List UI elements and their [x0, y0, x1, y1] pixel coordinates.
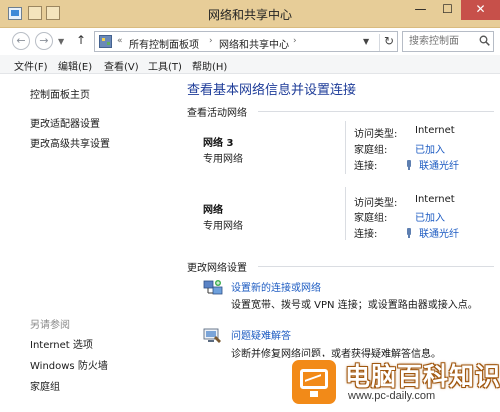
- section-divider: [258, 266, 494, 267]
- computer-logo-icon: [289, 357, 339, 407]
- close-button[interactable]: ✕: [461, 0, 500, 20]
- active-networks-heading: 查看活动网络: [187, 108, 247, 119]
- troubleshoot-icon[interactable]: [203, 327, 223, 345]
- connection-label: 连接:: [354, 161, 378, 172]
- access-type-value: Internet: [415, 194, 455, 205]
- connection-link[interactable]: 联通光纤: [405, 157, 459, 172]
- menu-help[interactable]: 帮助(H): [192, 58, 227, 73]
- back-button[interactable]: ←: [12, 32, 30, 50]
- minimize-button[interactable]: —: [407, 0, 434, 20]
- see-also-homegroup[interactable]: 家庭组: [30, 378, 60, 393]
- sidebar-item-control-panel-home[interactable]: 控制面板主页: [30, 86, 90, 101]
- homegroup-joined-link[interactable]: 已加入: [415, 209, 445, 224]
- network-type[interactable]: 专用网络: [203, 150, 243, 165]
- breadcrumb-separator[interactable]: ›: [209, 36, 213, 46]
- access-type-label: 访问类型:: [354, 129, 398, 140]
- menu-bar: 文件(F) 编辑(E) 查看(V) 工具(T) 帮助(H): [0, 55, 500, 74]
- see-also-heading: 另请参阅: [30, 320, 70, 331]
- connection-name[interactable]: 联通光纤: [419, 229, 459, 240]
- connection-label: 连接:: [354, 229, 378, 240]
- forward-button[interactable]: →: [35, 32, 53, 50]
- ethernet-icon: [405, 160, 413, 170]
- search-box[interactable]: [402, 31, 494, 52]
- homegroup-joined-link[interactable]: 已加入: [415, 141, 445, 156]
- up-arrow-icon[interactable]: ↑: [76, 33, 86, 47]
- connection-link[interactable]: 联通光纤: [405, 225, 459, 240]
- access-type-value: Internet: [415, 125, 455, 136]
- search-icon[interactable]: [479, 35, 490, 46]
- menu-view[interactable]: 查看(V): [104, 58, 139, 73]
- title-bar: 网络和共享中心 — ☐ ✕: [0, 0, 500, 28]
- breadcrumb-all-control-panel-items[interactable]: 所有控制面板项: [129, 36, 199, 51]
- see-also-windows-firewall[interactable]: Windows 防火墙: [30, 357, 108, 372]
- breadcrumb-network-sharing-center[interactable]: 网络和共享中心: [219, 36, 289, 51]
- setup-new-connection-link[interactable]: 设置新的连接或网络: [231, 279, 321, 294]
- sidebar-item-change-advanced-sharing[interactable]: 更改高级共享设置: [30, 135, 110, 150]
- ethernet-icon: [405, 228, 413, 238]
- access-type-label: 访问类型:: [354, 198, 398, 209]
- network-name: 网络 3: [203, 138, 234, 149]
- menu-edit[interactable]: 编辑(E): [58, 58, 92, 73]
- menu-tools[interactable]: 工具(T): [148, 58, 182, 73]
- sidebar-item-change-adapter-settings[interactable]: 更改适配器设置: [30, 115, 100, 130]
- connection-name[interactable]: 联通光纤: [419, 161, 459, 172]
- search-input[interactable]: [403, 32, 479, 51]
- setup-new-connection-description: 设置宽带、拨号或 VPN 连接；或设置路由器或接入点。: [231, 300, 478, 311]
- homegroup-label: 家庭组:: [354, 213, 388, 224]
- section-divider: [258, 111, 494, 112]
- address-dropdown-chevron-down-icon[interactable]: ▼: [363, 37, 369, 46]
- navigation-bar: ← → ▼ ↑ « 所有控制面板项 › 网络和共享中心 › ▼ ↻: [0, 28, 500, 55]
- menu-file[interactable]: 文件(F): [14, 58, 48, 73]
- maximize-button[interactable]: ☐: [434, 0, 461, 20]
- network-name: 网络: [203, 205, 223, 216]
- network-type[interactable]: 专用网络: [203, 217, 243, 232]
- recent-locations-chevron-down-icon[interactable]: ▼: [58, 37, 64, 46]
- refresh-icon[interactable]: ↻: [379, 34, 394, 51]
- see-also-internet-options[interactable]: Internet 选项: [30, 336, 93, 351]
- watermark-url: www.pc-daily.com: [348, 390, 436, 402]
- address-bar[interactable]: « 所有控制面板项 › 网络和共享中心 › ▼ ↻: [94, 31, 398, 52]
- network-divider: [345, 187, 346, 240]
- breadcrumb-separator-end[interactable]: ›: [293, 36, 297, 46]
- new-connection-icon[interactable]: [203, 279, 223, 297]
- network-divider: [345, 121, 346, 174]
- troubleshoot-problems-link[interactable]: 问题疑难解答: [231, 327, 291, 342]
- watermark-logo: 电脑百科知识 www.pc-daily.com: [283, 353, 500, 412]
- breadcrumb-overflow[interactable]: «: [117, 36, 123, 46]
- homegroup-label: 家庭组:: [354, 145, 388, 156]
- sidebar: 控制面板主页 更改适配器设置 更改高级共享设置 另请参阅 Internet 选项…: [0, 74, 178, 412]
- watermark-brand: 电脑百科知识: [345, 362, 500, 391]
- control-panel-small-icon: [99, 35, 112, 48]
- change-settings-heading: 更改网络设置: [187, 263, 247, 274]
- page-title: 查看基本网络信息并设置连接: [187, 83, 357, 98]
